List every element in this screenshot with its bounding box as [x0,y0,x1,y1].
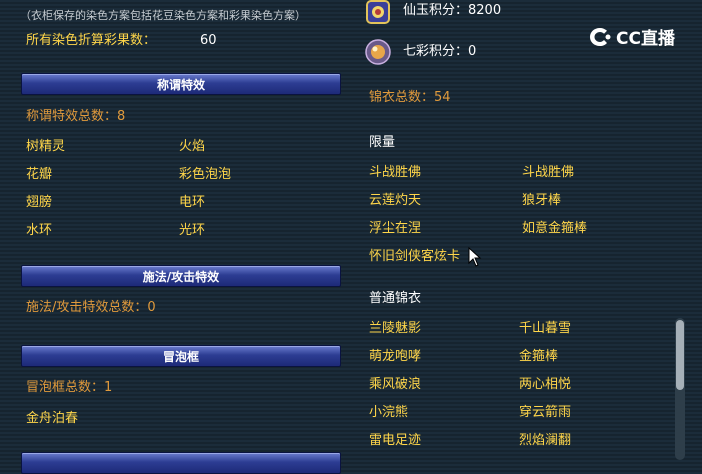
xianyu-label: 仙玉积分： [403,3,469,18]
total-dye-value: 60 [200,33,217,48]
next-section-header[interactable] [21,452,341,474]
xianyu-icon [364,0,392,26]
cursor-icon [468,246,482,271]
normal-item: 穿云箭雨 [519,405,572,420]
spell-effects-count: 施法/攻击特效总数：0 [26,300,156,315]
title-effect-item: 火焰 [179,139,206,154]
qicai-points: 七彩积分：0 [403,44,476,60]
dye-scheme-note: （衣柜保存的染色方案包括花豆染色方案和彩果染色方案） [20,9,306,22]
title-effect-item: 电环 [179,195,206,210]
title-effect-item: 花瓣 [26,167,53,182]
bubble-frame-count: 冒泡框总数：1 [26,380,113,395]
normal-item: 金箍棒 [519,349,559,364]
limited-item: 浮尘在涅 [369,221,422,236]
watermark-text: CC直播 [616,29,675,49]
normal-item: 两心相悦 [519,377,572,392]
limited-item: 斗战胜佛 [369,165,422,180]
title-effect-item: 光环 [179,223,206,238]
limited-item: 怀旧剑侠客炫卡 [369,249,461,264]
title-effects-header[interactable]: 称谓特效 [21,73,341,95]
spell-effects-header[interactable]: 施法/攻击特效 [21,265,341,287]
normal-item: 乘风破浪 [369,377,422,392]
limited-item: 如意金箍棒 [522,221,588,236]
title-effect-item: 彩色泡泡 [179,167,232,182]
scrollbar-thumb[interactable] [676,320,684,390]
normal-item: 烈焰澜翻 [519,433,572,448]
normal-title: 普通锦衣 [369,291,422,306]
qicai-label: 七彩积分： [403,44,469,59]
title-effect-item: 树精灵 [26,139,66,154]
bubble-frame-header[interactable]: 冒泡框 [21,345,341,367]
limited-title: 限量 [369,135,396,150]
limited-item: 狼牙棒 [522,193,562,208]
limited-item: 云莲灼天 [369,193,422,208]
title-effects-count: 称谓特效总数：8 [26,109,126,124]
jinyi-total: 锦衣总数：54 [369,90,451,105]
limited-item: 斗战胜佛 [522,165,575,180]
qicai-value: 0 [468,44,477,59]
total-dye-label: 所有染色折算彩果数： [26,33,157,48]
normal-item: 千山暮雪 [519,321,572,336]
normal-item: 兰陵魅影 [369,321,422,336]
cc-logo-icon [590,27,611,46]
xianyu-points: 仙玉积分：8200 [403,3,501,19]
title-effect-item: 翅膀 [26,195,53,210]
cc-watermark: CC直播 [588,24,675,49]
qicai-icon [364,38,392,66]
title-effect-item: 水环 [26,223,53,238]
xianyu-value: 8200 [468,3,502,18]
normal-item: 小浣熊 [369,405,409,420]
normal-item: 雷电足迹 [369,433,422,448]
bubble-frame-item: 金舟泊春 [26,411,79,426]
normal-item: 萌龙咆哮 [369,349,422,364]
